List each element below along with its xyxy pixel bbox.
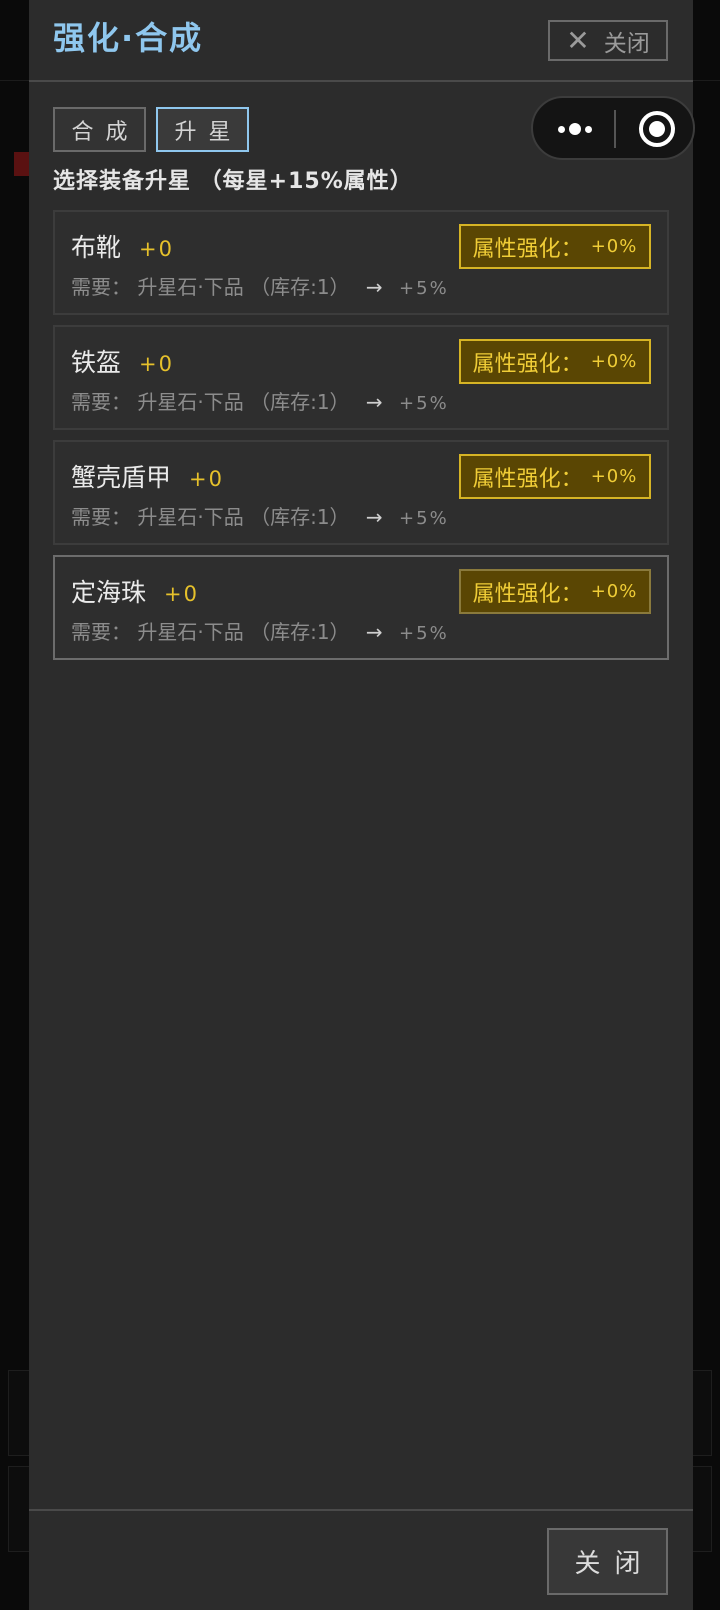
attribute-enhance-button[interactable]: 属性强化： +0%	[459, 339, 651, 384]
modal-header: 强化·合成 ✕ 关闭	[29, 0, 693, 82]
equipment-name: 定海珠	[71, 578, 147, 607]
equipment-name-row: 铁盔 +0	[71, 343, 174, 379]
equipment-name-row: 布靴 +0	[71, 228, 174, 264]
equipment-name-row: 蟹壳盾甲 +0	[71, 458, 224, 494]
equipment-list: 布靴 +0 需要： 升星石·下品 （库存:1） → +5% 属性强化： +0% …	[53, 210, 669, 670]
equipment-item[interactable]: 定海珠 +0 需要： 升星石·下品 （库存:1） → +5% 属性强化： +0%	[53, 555, 669, 660]
stock-count: （库存:1）	[250, 620, 350, 644]
tab-synthesis[interactable]: 合成	[53, 107, 146, 152]
close-button-bottom[interactable]: 关闭	[547, 1528, 668, 1595]
equipment-level: +0	[164, 582, 199, 606]
tab-bar: 合成 升星	[53, 107, 249, 152]
equipment-item[interactable]: 蟹壳盾甲 +0 需要： 升星石·下品 （库存:1） → +5% 属性强化： +0…	[53, 440, 669, 545]
arrow-right-icon: →	[365, 505, 383, 529]
capsule-divider	[614, 110, 616, 148]
equipment-name: 蟹壳盾甲	[71, 463, 172, 492]
attribute-enhance-label: 属性强化：	[472, 351, 583, 377]
attribute-enhance-label: 属性强化：	[472, 581, 583, 607]
equipment-name-row: 定海珠 +0	[71, 573, 199, 609]
more-dots-icon[interactable]	[555, 114, 595, 144]
attribute-enhance-button[interactable]: 属性强化： +0%	[459, 569, 651, 614]
requirement-label: 需要：	[71, 505, 131, 529]
equipment-level: +0	[139, 237, 174, 261]
requirement-label: 需要：	[71, 620, 131, 644]
attribute-enhance-button[interactable]: 属性强化： +0%	[459, 224, 651, 269]
requirement-row: 需要： 升星石·下品 （库存:1） → +5%	[71, 501, 449, 530]
requirement-item: 升星石·下品	[137, 620, 244, 644]
arrow-right-icon: →	[365, 390, 383, 414]
stock-count: （库存:1）	[250, 275, 350, 299]
close-icon: ✕	[566, 23, 590, 57]
dot	[558, 125, 565, 133]
attribute-enhance-label: 属性强化：	[472, 236, 583, 262]
miniprogram-capsule	[531, 96, 695, 160]
requirement-row: 需要： 升星石·下品 （库存:1） → +5%	[71, 271, 449, 300]
modal-title: 强化·合成	[53, 19, 204, 57]
bonus-value: +5%	[399, 508, 449, 529]
equipment-name: 铁盔	[71, 348, 122, 377]
target-icon[interactable]	[639, 111, 675, 147]
dot	[569, 123, 581, 135]
close-button-top[interactable]: ✕ 关闭	[548, 20, 668, 61]
stock-count: （库存:1）	[250, 505, 350, 529]
bonus-value: +5%	[399, 623, 449, 644]
requirement-item: 升星石·下品	[137, 275, 244, 299]
upgrade-modal: 强化·合成 ✕ 关闭 合成 升星 选择装备升星 （每星+15%属性） 布靴 +0…	[29, 0, 693, 1610]
equipment-item[interactable]: 铁盔 +0 需要： 升星石·下品 （库存:1） → +5% 属性强化： +0%	[53, 325, 669, 430]
equipment-item[interactable]: 布靴 +0 需要： 升星石·下品 （库存:1） → +5% 属性强化： +0%	[53, 210, 669, 315]
requirement-row: 需要： 升星石·下品 （库存:1） → +5%	[71, 386, 449, 415]
equipment-name: 布靴	[71, 233, 122, 262]
attribute-enhance-value: +0%	[590, 466, 638, 487]
attribute-enhance-button[interactable]: 属性强化： +0%	[459, 454, 651, 499]
attribute-enhance-label: 属性强化：	[472, 466, 583, 492]
requirement-label: 需要：	[71, 275, 131, 299]
equipment-level: +0	[189, 467, 224, 491]
section-title: 选择装备升星 （每星+15%属性）	[53, 169, 413, 194]
modal-footer: 关闭	[29, 1509, 693, 1610]
attribute-enhance-value: +0%	[590, 581, 638, 602]
close-button-label: 关闭	[603, 30, 650, 57]
requirement-label: 需要：	[71, 390, 131, 414]
arrow-right-icon: →	[365, 620, 383, 644]
stock-count: （库存:1）	[250, 390, 350, 414]
attribute-enhance-value: +0%	[590, 351, 638, 372]
arrow-right-icon: →	[365, 275, 383, 299]
attribute-enhance-value: +0%	[590, 236, 638, 257]
requirement-item: 升星石·下品	[137, 505, 244, 529]
equipment-level: +0	[139, 352, 174, 376]
bonus-value: +5%	[399, 278, 449, 299]
bonus-value: +5%	[399, 393, 449, 414]
dot	[585, 125, 592, 133]
tab-star-upgrade[interactable]: 升星	[156, 107, 249, 152]
requirement-item: 升星石·下品	[137, 390, 244, 414]
requirement-row: 需要： 升星石·下品 （库存:1） → +5%	[71, 616, 449, 645]
